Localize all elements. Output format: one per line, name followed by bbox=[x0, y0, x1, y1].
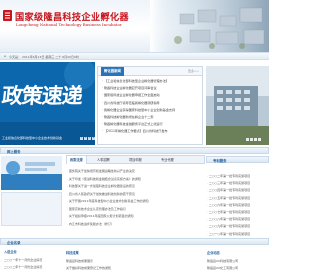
list-item[interactable]: 关于组织申报2011年度国家火炬计划项目的通知 bbox=[67, 213, 204, 221]
news-item[interactable]: 我孵化器企业获得国家科技型中小企业创新基金支持 bbox=[102, 107, 198, 114]
tech-results-heading: 科技成果 bbox=[66, 251, 79, 255]
resident-companies-heading: 入驻企业 bbox=[4, 250, 17, 254]
section-divider-bar: 企业名录 bbox=[0, 238, 269, 245]
list-item[interactable]: 二○○九年第一批专利实施项目 bbox=[207, 223, 269, 230]
list-item[interactable]: 隆昌县科技成果展示 bbox=[66, 258, 111, 265]
list-item[interactable]: 二○○二年第一批专利实施项目 bbox=[207, 173, 269, 180]
list-item[interactable]: 国务院关于加快培育和发展战略性新兴产业的决定 bbox=[67, 168, 204, 176]
list-item[interactable]: 内江市科技进步奖励办法（修订） bbox=[67, 221, 204, 229]
incubator-news-panel: 孵化器新闻 更多>> 【工业和信息化部科技型企业孵化器管理办法】 隆昌科技企业孵… bbox=[97, 66, 203, 145]
news-item[interactable]: 隆昌科技孵化器新增在孵企业十二家 bbox=[102, 114, 198, 121]
tab-incubator-news[interactable]: 孵化器新闻 bbox=[101, 67, 124, 76]
list-item[interactable]: 二○○三年第一批专利实施项目 bbox=[207, 180, 269, 187]
list-item[interactable]: 关于做好科技成果登记工作的通知 bbox=[66, 265, 111, 272]
banner-headline: 政策速递 bbox=[0, 84, 84, 108]
service-hotline-image[interactable] bbox=[1, 156, 62, 190]
company-news-heading: 企业动态 bbox=[207, 251, 220, 255]
building-photo[interactable] bbox=[206, 66, 269, 145]
list-item[interactable]: 关于开展2011年度科技型中小企业技术创新基金工作的通知 bbox=[67, 198, 204, 206]
policy-list: 国务院关于加快培育和发展战略性新兴产业的决定 关于印发《促进科技和金融结合试点实… bbox=[67, 168, 204, 228]
banner-page-3[interactable]: 3 bbox=[88, 137, 91, 140]
list-item[interactable]: 二○○五年第一批专利实施项目 bbox=[207, 195, 269, 202]
site-title: 国家级隆昌科技企业孵化器 bbox=[15, 12, 129, 23]
list-item[interactable]: 关于印发《促进科技和金融结合试点实施方案》的通知 bbox=[67, 176, 204, 184]
list-item[interactable]: 二○○八年第一批专利实施项目 bbox=[207, 216, 269, 223]
banner-page-2[interactable]: 2 bbox=[84, 137, 87, 140]
tab-recruitment[interactable]: 人事招聘 bbox=[97, 156, 110, 164]
tab-agency[interactable]: 专业代理 bbox=[161, 156, 174, 164]
current-date: 2011年6月13日 星期三 二十 6月20日0时 bbox=[22, 54, 79, 59]
today-label: 今天是： bbox=[9, 54, 22, 59]
section-title-patent: 专利服务 bbox=[213, 159, 227, 164]
campus-aerial-photo bbox=[150, 0, 269, 52]
service-links-box bbox=[1, 192, 62, 226]
policy-tabs: 政策法规 人事招聘 项目申报 专业代理 bbox=[66, 155, 205, 164]
list-item[interactable]: 二○一○年第一批专利实施项目 bbox=[207, 231, 269, 238]
news-item[interactable]: 隆昌科技企业孵化器召开项目评审会议 bbox=[102, 85, 198, 92]
nav-home-link[interactable]: ⌂ bbox=[4, 54, 6, 58]
resident-companies-list: 二○○一年十一月份企业情况 二○○二年十一月份企业情况 bbox=[4, 257, 42, 271]
banner-caption: 工业和信息化部科技型中小企业技术创新基金 bbox=[2, 136, 63, 140]
section-divider-bar: 网上服务 bbox=[0, 147, 269, 154]
banner-page-1[interactable]: 1 bbox=[80, 137, 83, 140]
patent-section-bar: 专利服务 bbox=[206, 156, 269, 163]
news-item[interactable]: 隆昌孵化器科技金融服务平台正式上线运行 bbox=[102, 121, 198, 128]
policy-banner[interactable]: 政策速递 工业和信息化部科技型中小企业技术创新基金 1 2 3 4 bbox=[0, 62, 95, 145]
site-subtitle: Longcheng National Technology Business I… bbox=[16, 22, 122, 27]
incubator-logo-icon bbox=[3, 10, 12, 21]
section-title-merchants: 企业名录 bbox=[7, 241, 21, 246]
site-header: 国家级隆昌科技企业孵化器 Longcheng National Technolo… bbox=[0, 0, 269, 52]
section-title-service: 网上服务 bbox=[7, 150, 21, 155]
patent-list: 二○○二年第一批专利实施项目 二○○三年第一批专利实施项目 二○○四年第一批专利… bbox=[207, 173, 269, 238]
news-item[interactable]: 国家级科技企业孵化器申报工作全面启动 bbox=[102, 92, 198, 99]
list-item[interactable]: 二○○六年第一批专利实施项目 bbox=[207, 202, 269, 209]
banner-pager: 1 2 3 4 bbox=[80, 137, 95, 140]
list-item[interactable]: 隆昌县XX科技有限公司 bbox=[207, 258, 238, 265]
list-item[interactable]: 二○○四年第一批专利实施项目 bbox=[207, 187, 269, 194]
tab-project-application[interactable]: 项目申报 bbox=[129, 156, 142, 164]
news-item[interactable]: 【2011年孵化器工作要点】四川省科技厅发布 bbox=[102, 128, 198, 135]
list-item[interactable]: 四川省人民政府关于加快推进科技创新的若干意见 bbox=[67, 191, 204, 199]
list-item[interactable]: 国家高新技术企业认定管理办法及工作指引 bbox=[67, 206, 204, 214]
list-item[interactable]: 二○○一年十一月份企业情况 bbox=[4, 257, 42, 264]
list-item[interactable]: 科技部关于进一步加强科技企业孵化器建设的意见 bbox=[67, 183, 204, 191]
news-more-link[interactable]: 更多>> bbox=[188, 69, 199, 73]
top-nav-bar: ⌂ 今天是： 2011年6月13日 星期三 二十 6月20日0时 bbox=[0, 52, 269, 60]
news-item[interactable]: 【工业和信息化部科技型企业孵化器管理办法】 bbox=[102, 78, 198, 85]
list-item[interactable]: 二○○七年第一批专利实施项目 bbox=[207, 209, 269, 216]
banner-page-4[interactable]: 4 bbox=[92, 137, 95, 140]
tab-policy[interactable]: 政策法规 bbox=[67, 156, 87, 164]
news-item[interactable]: 四川省科技厅领导莅临我孵化器调研指导 bbox=[102, 100, 198, 107]
company-news-list: 隆昌县XX科技有限公司 隆昌县XX化工有限公司 bbox=[207, 258, 238, 272]
tech-results-list: 隆昌县科技成果展示 关于做好科技成果登记工作的通知 bbox=[66, 258, 111, 272]
list-item[interactable]: 隆昌县XX化工有限公司 bbox=[207, 265, 238, 272]
news-header: 孵化器新闻 更多>> bbox=[98, 67, 202, 76]
news-list: 【工业和信息化部科技型企业孵化器管理办法】 隆昌科技企业孵化器召开项目评审会议 … bbox=[98, 76, 202, 138]
list-item[interactable]: 二○○二年十一月份企业情况 bbox=[4, 264, 42, 271]
